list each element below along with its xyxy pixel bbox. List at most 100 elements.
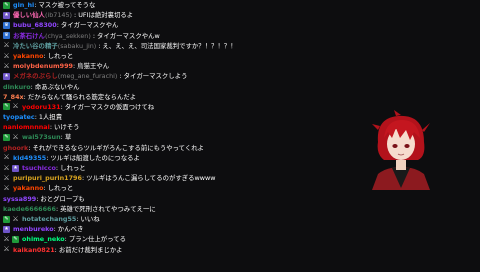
chat-username[interactable]: メガネのぷらし <box>13 71 58 81</box>
chat-text: え、え、え、司法国家裁判ですか？！？！？！ <box>102 41 237 50</box>
chat-separator: : <box>46 153 49 162</box>
chat-username[interactable]: 優しい仙人 <box>13 10 45 20</box>
chat-username[interactable]: 冷たい谷の精子 <box>13 41 58 51</box>
chat-text: UFIは絶対裏切るよ <box>78 11 134 20</box>
chat-username[interactable]: yakanno <box>13 183 44 193</box>
chat-separator: : <box>92 31 95 40</box>
chat-username[interactable]: kaikan0821 <box>13 245 55 255</box>
chat-text: ツルギは船渡したのにつなるよ <box>50 153 140 162</box>
chat-text: いけそう <box>53 123 80 132</box>
chat-login-name: (ib7145) <box>44 11 73 20</box>
chat-separator: : <box>60 102 63 111</box>
chat-message: ♛ bubu_68300: タイガーマスクやん <box>0 20 372 30</box>
chat-message: ★ menbureko: かんべき <box>0 224 372 234</box>
chat-text: ツルギはうんこ漏らしてるのがすぎるwwww <box>86 174 216 183</box>
chat-message: ⚔ ★ tsuchicco: しれっと <box>0 163 372 173</box>
chat-separator: : <box>73 62 76 71</box>
sword-badge-icon: ⚔ <box>3 183 10 192</box>
chat-separator: : <box>43 51 46 60</box>
chat-login-name: (sabaku_jin) <box>57 41 97 50</box>
chat-badges: ★ <box>3 11 10 19</box>
chat-badges: ⚔ <box>3 154 10 161</box>
chat-log: ✎ gin_hi: マスク被ってそうな ★ 優しい仙人 (ib7145): UFIは絶対裏切… <box>0 0 372 272</box>
sword-badge-icon: ⚔ <box>3 173 10 182</box>
chat-message: ⚔ yakanno: しれっと <box>0 51 372 61</box>
chat-badges: ⚔ <box>3 173 10 182</box>
chat-message: ✎ ⚔ wai573sun: 草 <box>0 132 372 142</box>
chat-message: ✎ gin_hi: マスク被ってそうな <box>0 0 372 10</box>
chat-message: ⚔ molybdenum999: 烏猫王やん <box>0 61 372 71</box>
mod-badge-icon: ✎ <box>3 134 10 142</box>
sword-badge-icon: ⚔ <box>3 51 10 60</box>
chat-username[interactable]: menbureko <box>13 224 54 234</box>
chat-username[interactable]: kid49355 <box>13 153 46 163</box>
chat-login-name: (chya_sekken) <box>44 31 91 40</box>
sword-badge-icon: ⚔ <box>3 163 10 172</box>
chat-username[interactable]: yakanno <box>13 51 44 61</box>
chat-badges: ⚔ <box>3 51 10 60</box>
chat-username[interactable]: bubu_68300 <box>13 20 57 30</box>
chat-text: お前だけ裁判まじかよ <box>58 245 123 254</box>
chat-text: 命あぶないやん <box>34 82 80 91</box>
chat-text: いいね <box>80 214 100 223</box>
chat-username[interactable]: wai573sun <box>22 132 61 142</box>
chat-message: ✎ ⚔ hotatechang55: いいね <box>0 214 372 224</box>
chat-text: かんべき <box>57 225 84 234</box>
chat-separator: : <box>60 133 63 142</box>
chat-badges: ⚔ <box>3 183 10 192</box>
chat-separator: : <box>54 245 57 254</box>
chat-username[interactable]: puripuri_purin1796 <box>13 173 82 183</box>
chat-separator: : <box>74 11 77 20</box>
chat-badges: ✎ ⚔ <box>3 134 19 142</box>
chat-username[interactable]: naniomnnnai <box>3 122 50 132</box>
chat-username[interactable]: ohime_neko <box>22 234 65 244</box>
chat-username[interactable]: tsuchicco <box>22 163 56 173</box>
sub-badge-icon: ★ <box>3 72 10 80</box>
chat-text: タイガーマスクしよう <box>123 72 188 81</box>
sub-badge-icon: ★ <box>3 225 10 233</box>
streamer-avatar <box>366 108 436 190</box>
mod-badge-icon: ✎ <box>3 215 10 223</box>
chat-username[interactable]: 7_84x <box>3 92 24 102</box>
chat-username[interactable]: ghoork <box>3 143 28 153</box>
chat-username[interactable]: hotatechang55 <box>22 214 76 224</box>
chat-text: タイガーマスクやんw <box>96 31 160 40</box>
chat-username[interactable]: tyopatec <box>3 112 35 122</box>
chat-text: プラン仕上がってる <box>68 235 127 244</box>
chat-separator: : <box>119 72 122 81</box>
chat-badges: ✎ ⚔ <box>3 102 19 111</box>
chat-text: 草 <box>64 133 72 142</box>
sword-badge-icon: ⚔ <box>3 234 10 243</box>
chat-username[interactable]: お茶石けん <box>13 31 45 41</box>
sword-badge-icon: ⚔ <box>3 245 10 254</box>
chat-username[interactable]: molybdenum999 <box>13 61 73 71</box>
chat-text: それができるならツルギがろんこする前にもうやってくれよ <box>32 143 205 152</box>
chat-separator: : <box>36 194 39 203</box>
chat-text: マスク被ってそうな <box>38 1 96 9</box>
sword-badge-icon: ⚔ <box>12 102 19 111</box>
chat-separator: : <box>34 1 37 9</box>
prime-badge-icon: ♛ <box>3 32 10 40</box>
sword-badge-icon: ⚔ <box>12 214 19 223</box>
mod-badge-icon: ✎ <box>12 235 19 243</box>
chat-separator: : <box>81 174 85 183</box>
chat-message: ⚔ 冷たい谷の精子 (sabaku_jin): え、え、え、司法国家裁判ですか？！？！… <box>0 41 372 51</box>
chat-username[interactable]: yodoru131 <box>22 102 61 112</box>
chat-username[interactable]: kaede6666666 <box>3 204 56 214</box>
mod-badge-icon: ✎ <box>3 1 10 9</box>
chat-badges: ⚔ <box>3 62 10 70</box>
chat-separator: : <box>28 143 31 152</box>
chat-message: ★ メガネのぷらし (meg_ane_furachi): タイガーマスクしよう <box>0 71 372 81</box>
chat-separator: : <box>55 204 59 213</box>
chat-badges: ♛ <box>3 21 10 29</box>
chat-username[interactable]: gin_hi <box>13 0 34 10</box>
chat-username[interactable]: dinkuro <box>3 82 31 92</box>
chat-text: タイガーマスクの仮面つけてね <box>64 102 155 111</box>
chat-username[interactable]: syssa899 <box>3 194 36 204</box>
chat-badges: ✎ ⚔ <box>3 214 19 223</box>
chat-badges: ⚔ <box>3 42 10 49</box>
chat-separator: : <box>23 92 26 101</box>
chat-separator: : <box>56 21 59 30</box>
chat-login-name: (meg_ane_furachi) <box>57 72 118 81</box>
sub-badge-icon: ★ <box>12 164 19 172</box>
